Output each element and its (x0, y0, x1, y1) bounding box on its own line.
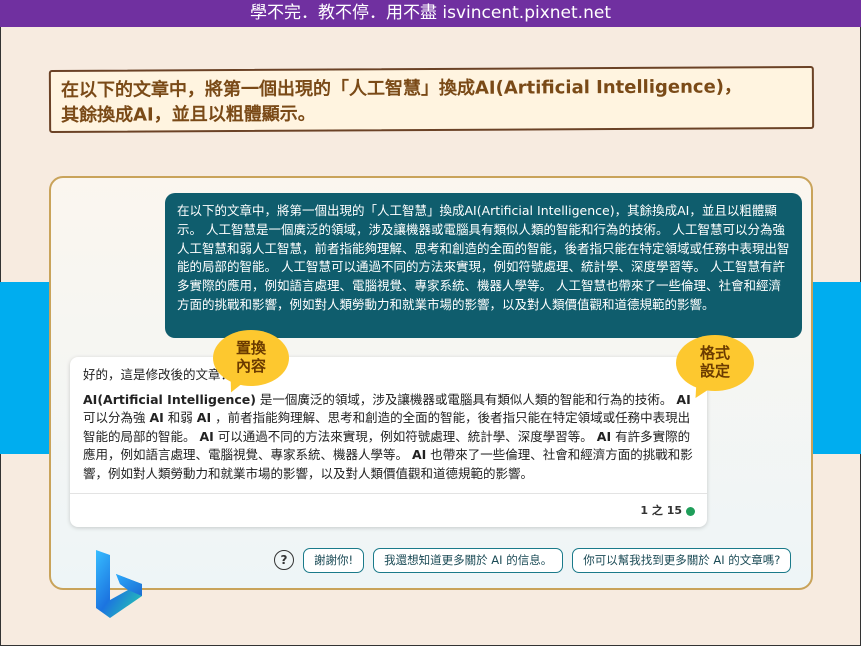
callout-replace-content: 置換 內容 (213, 330, 289, 396)
watermark-text: 學不完．教不停．用不盡 isvincent.pixnet.net (250, 3, 611, 23)
question-circle-icon[interactable]: ? (274, 550, 294, 570)
ai-message-bubble: 好的，這是修改後的文章： AI(Artificial Intelligence)… (70, 357, 707, 527)
callout-left-line-1: 置換 (235, 339, 266, 357)
callout-left-line-2: 內容 (235, 357, 266, 375)
ai-message-body: AI(Artificial Intelligence) 是一個廣泛的領域，涉及讓… (83, 391, 694, 484)
ai-text-segment: 可以通過不同的方法來實現，例如符號處理、統計學、深度學習等。 (213, 428, 597, 444)
prompt-caption-box: 在以下的文章中，將第一個出現的「人工智慧」換成AI(Artificial Int… (48, 65, 815, 134)
status-dot-icon (686, 506, 695, 516)
watermark-banner: 學不完．教不停．用不盡 isvincent.pixnet.net (0, 0, 861, 27)
ai-text-segment: 是一個廣泛的領域，涉及讓機器或電腦具有類似人類的智能和行為的技術。 (255, 391, 677, 407)
callout-right-line-1: 格式 (699, 344, 730, 362)
bold-ai-term: AI (596, 428, 612, 444)
bold-ai-term: AI (149, 410, 164, 425)
bold-ai-term: AI(Artificial Intelligence) (83, 391, 256, 407)
callout-right-line-2: 設定 (699, 362, 730, 380)
ai-text-segment: 可以分為強 (83, 410, 150, 425)
response-counter: 1 之 15 (640, 502, 695, 521)
user-message-bubble: 在以下的文章中，將第一個出現的「人工智慧」換成AI(Artificial Int… (165, 193, 802, 338)
bold-ai-term: AI (196, 410, 212, 425)
bold-ai-term: AI (199, 428, 214, 444)
suggestion-bar: ? 謝謝你! 我還想知道更多關於 AI 的信息。 你可以幫我找到更多關於 AI … (274, 547, 792, 573)
suggestion-chip-find-articles[interactable]: 你可以幫我找到更多關於 AI 的文章嗎? (572, 547, 792, 573)
suggestion-chip-more-info[interactable]: 我還想知道更多關於 AI 的信息。 (373, 547, 564, 573)
ai-text-segment: 和弱 (163, 410, 197, 425)
ai-divider (70, 493, 707, 494)
bing-logo-icon (96, 550, 142, 618)
bold-ai-term: AI (411, 447, 427, 462)
callout-format-setting: 格式 設定 (676, 335, 754, 402)
user-message-text: 在以下的文章中，將第一個出現的「人工智慧」換成AI(Artificial Int… (177, 203, 790, 312)
ai-greeting: 好的，這是修改後的文章： (83, 367, 234, 382)
prompt-line-2: 其餘換成AI，並且以粗體顯示。 (61, 103, 316, 126)
suggestion-chip-thanks[interactable]: 謝謝你! (303, 547, 365, 573)
response-counter-text: 1 之 15 (640, 504, 682, 517)
prompt-line-1: 在以下的文章中，將第一個出現的「人工智慧」換成AI(Artificial Int… (60, 76, 743, 101)
